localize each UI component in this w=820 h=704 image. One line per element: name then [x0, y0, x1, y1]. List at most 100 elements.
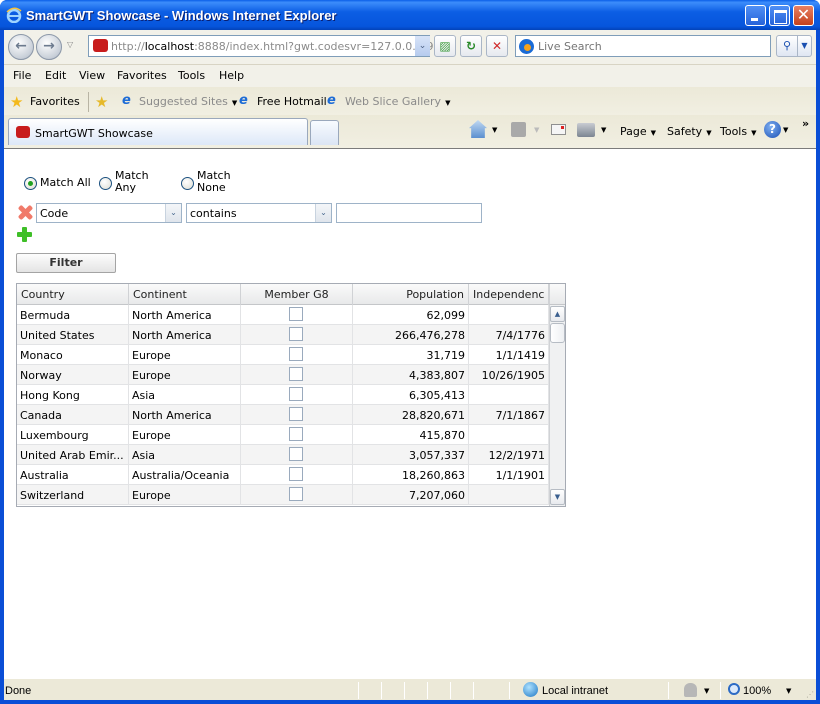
match-none-radio[interactable]	[181, 177, 194, 190]
filter-button[interactable]: Filter	[16, 253, 116, 273]
match-all-radio[interactable]	[24, 177, 37, 190]
cell-country[interactable]: Norway	[17, 365, 129, 385]
match-any-radio[interactable]	[99, 177, 112, 190]
table-row[interactable]: Norway Europe 4,383,807 10/26/1905	[17, 365, 549, 385]
help-dropdown[interactable]: ▼	[783, 126, 788, 134]
cell-population[interactable]: 6,305,413	[353, 385, 469, 405]
table-row[interactable]: Switzerland Europe 7,207,060	[17, 485, 549, 505]
cell-country[interactable]: Luxembourg	[17, 425, 129, 445]
back-button[interactable]: ←	[8, 34, 34, 60]
chevron-down-icon[interactable]: ⌄	[315, 204, 331, 222]
scroll-up-button[interactable]: ▲	[550, 306, 565, 322]
fav-free-hotmail[interactable]: Free Hotmail	[257, 95, 327, 108]
cell-independence[interactable]	[469, 385, 549, 405]
cell-country[interactable]: Canada	[17, 405, 129, 425]
scroll-thumb[interactable]	[550, 323, 565, 343]
rss-feed-icon[interactable]	[511, 122, 526, 137]
column-header-member-g8[interactable]: Member G8	[241, 284, 353, 305]
more-commands-icon[interactable]: »	[802, 117, 809, 130]
new-tab-button[interactable]	[310, 120, 339, 145]
cell-country[interactable]: Australia	[17, 465, 129, 485]
zoom-dropdown[interactable]: ▼	[786, 687, 791, 695]
cell-population[interactable]: 7,207,060	[353, 485, 469, 505]
table-row[interactable]: Luxembourg Europe 415,870	[17, 425, 549, 445]
stop-button[interactable]: ✕	[486, 35, 508, 57]
cell-population[interactable]: 415,870	[353, 425, 469, 445]
cell-independence[interactable]: 12/2/1971	[469, 445, 549, 465]
cell-continent[interactable]: Europe	[129, 365, 241, 385]
resize-grip[interactable]: ⋰	[806, 690, 814, 699]
vertical-scrollbar[interactable]: ▲ ▼	[549, 305, 565, 506]
cell-continent[interactable]: North America	[129, 325, 241, 345]
cell-population[interactable]: 28,820,671	[353, 405, 469, 425]
member-g8-checkbox[interactable]	[289, 367, 303, 381]
menu-tools[interactable]: Tools	[178, 69, 205, 82]
fav-web-slice-gallery[interactable]: Web Slice Gallery ▼	[345, 95, 450, 108]
table-row[interactable]: Hong Kong Asia 6,305,413	[17, 385, 549, 405]
forward-button[interactable]: →	[36, 34, 62, 60]
cell-independence[interactable]: 10/26/1905	[469, 365, 549, 385]
cell-population[interactable]: 62,099	[353, 305, 469, 325]
safety-menu[interactable]: Safety ▼	[667, 125, 712, 138]
search-button[interactable]: ⚲	[776, 35, 798, 57]
table-row[interactable]: United States North America 266,476,278 7/4…	[17, 325, 549, 345]
favorites-button[interactable]: Favorites	[30, 95, 80, 108]
cell-population[interactable]: 18,260,863	[353, 465, 469, 485]
mail-icon[interactable]	[551, 124, 566, 135]
member-g8-checkbox[interactable]	[289, 467, 303, 481]
address-url[interactable]: http://localhost:8888/index.html?gwt.cod…	[111, 40, 447, 53]
search-box[interactable]	[515, 35, 771, 57]
security-zone-label[interactable]: Local intranet	[542, 685, 608, 697]
printer-icon[interactable]	[577, 123, 595, 137]
add-to-favorites-icon[interactable]: ★	[95, 93, 108, 111]
member-g8-checkbox[interactable]	[289, 447, 303, 461]
cell-country[interactable]: United States	[17, 325, 129, 345]
page-menu[interactable]: Page ▼	[620, 125, 656, 138]
fav-suggested-sites[interactable]: Suggested Sites ▼	[139, 95, 237, 108]
cell-country[interactable]: United Arab Emir...	[17, 445, 129, 465]
operator-select[interactable]: contains ⌄	[186, 203, 332, 223]
cell-country[interactable]: Switzerland	[17, 485, 129, 505]
tab-smartgwt-showcase[interactable]: SmartGWT Showcase	[8, 118, 308, 145]
member-g8-checkbox[interactable]	[289, 327, 303, 341]
address-bar[interactable]: http://localhost:8888/index.html?gwt.cod…	[88, 35, 447, 57]
cell-population[interactable]: 266,476,278	[353, 325, 469, 345]
menu-file[interactable]: File	[13, 69, 31, 82]
zoom-level[interactable]: 100%	[743, 685, 771, 697]
cell-country[interactable]: Bermuda	[17, 305, 129, 325]
menu-favorites[interactable]: Favorites	[117, 69, 167, 82]
title-bar[interactable]: SmartGWT Showcase - Windows Internet Exp…	[0, 0, 820, 30]
menu-help[interactable]: Help	[219, 69, 244, 82]
cell-independence[interactable]: 1/1/1419	[469, 345, 549, 365]
cell-population[interactable]: 31,719	[353, 345, 469, 365]
cell-continent[interactable]: Asia	[129, 385, 241, 405]
address-dropdown-button[interactable]: ⌄	[415, 36, 430, 56]
cell-country[interactable]: Hong Kong	[17, 385, 129, 405]
refresh-button[interactable]: ↻	[460, 35, 482, 57]
cell-independence[interactable]: 1/1/1901	[469, 465, 549, 485]
cell-independence[interactable]	[469, 485, 549, 505]
match-all-label[interactable]: Match All	[40, 177, 91, 189]
cell-population[interactable]: 4,383,807	[353, 365, 469, 385]
print-dropdown[interactable]: ▼	[601, 126, 606, 134]
remove-criterion-icon[interactable]	[16, 204, 33, 221]
protected-mode-icon[interactable]	[684, 683, 697, 697]
zoom-icon[interactable]	[728, 683, 740, 695]
member-g8-checkbox[interactable]	[289, 407, 303, 421]
table-row[interactable]: Canada North America 28,820,671 7/1/1867	[17, 405, 549, 425]
protected-mode-dropdown[interactable]: ▼	[704, 687, 709, 695]
table-row[interactable]: Monaco Europe 31,719 1/1/1419	[17, 345, 549, 365]
member-g8-checkbox[interactable]	[289, 427, 303, 441]
recent-pages-dropdown[interactable]: ▽	[67, 40, 73, 49]
member-g8-checkbox[interactable]	[289, 387, 303, 401]
help-icon[interactable]: ?	[764, 121, 781, 138]
tools-menu[interactable]: Tools ▼	[720, 125, 757, 138]
match-any-label[interactable]: Match Any	[115, 170, 155, 194]
criterion-value-input[interactable]	[336, 203, 482, 223]
maximize-button[interactable]	[769, 5, 790, 26]
search-options-dropdown[interactable]: ▼	[798, 35, 812, 57]
cell-continent[interactable]: Europe	[129, 345, 241, 365]
cell-population[interactable]: 3,057,337	[353, 445, 469, 465]
column-header-independence[interactable]: Independenc	[469, 284, 549, 305]
field-select[interactable]: Code ⌄	[36, 203, 182, 223]
